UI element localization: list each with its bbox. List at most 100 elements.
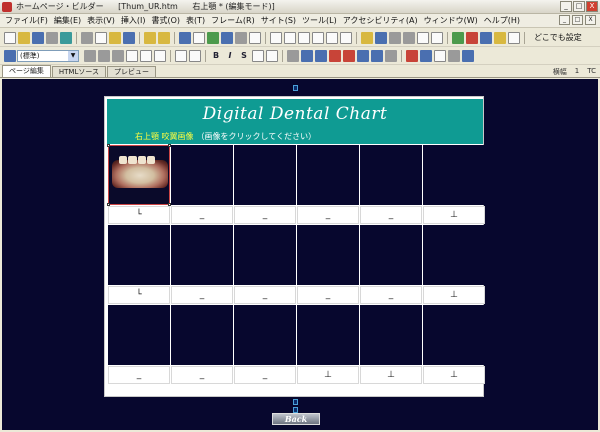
doc-restore-button[interactable]: □ <box>572 15 583 25</box>
form-icon[interactable] <box>326 31 338 44</box>
font-size-down-icon[interactable] <box>266 49 278 62</box>
indent-icon[interactable] <box>126 49 138 62</box>
xray-image-cell[interactable] <box>423 145 485 205</box>
new-file-icon[interactable] <box>4 31 16 44</box>
align-right-icon[interactable] <box>112 49 124 62</box>
border-icon[interactable] <box>420 49 432 62</box>
xray-image-cell[interactable] <box>360 145 422 205</box>
grid-icon[interactable] <box>403 31 415 44</box>
menu-accessibility[interactable]: アクセシビリティ(A) <box>340 15 421 26</box>
check-icon[interactable] <box>508 31 520 44</box>
font-combo[interactable]: (標準) ▼ <box>17 49 79 62</box>
image-icon[interactable] <box>207 31 219 44</box>
menu-format[interactable]: 書式(O) <box>148 15 183 26</box>
page-table[interactable]: Digital Dental Chart 右上顎 咬翼画像 （画像をクリックしてく… <box>104 96 485 397</box>
back-button[interactable]: Back <box>272 413 320 425</box>
palette-icon[interactable] <box>452 31 464 44</box>
cell-align-icon[interactable] <box>434 49 446 62</box>
frame-split-icon[interactable] <box>284 31 296 44</box>
font-size-up-icon[interactable] <box>252 49 264 62</box>
redo-icon[interactable] <box>158 31 170 44</box>
preview-icon[interactable] <box>60 31 72 44</box>
cell-valign-icon[interactable] <box>448 49 460 62</box>
table-insert-icon[interactable] <box>287 49 299 62</box>
menu-table[interactable]: 表(T) <box>183 15 208 26</box>
line-icon[interactable] <box>389 31 401 44</box>
undo-icon[interactable] <box>144 31 156 44</box>
cell-prop-icon[interactable] <box>385 49 397 62</box>
menu-edit[interactable]: 編集(E) <box>51 15 84 26</box>
align-center-icon[interactable] <box>98 49 110 62</box>
save-icon[interactable] <box>32 31 44 44</box>
tab-html-source[interactable]: HTMLソース <box>51 66 107 77</box>
editor-canvas[interactable]: Digital Dental Chart 右上顎 咬翼画像 （画像をクリックしてく… <box>2 79 598 430</box>
xray-image-cell[interactable] <box>234 145 296 205</box>
frame-icon[interactable] <box>270 31 282 44</box>
pen-icon[interactable] <box>361 31 373 44</box>
number-list-icon[interactable] <box>189 49 201 62</box>
menu-window[interactable]: ウィンドウ(W) <box>421 15 481 26</box>
chevron-down-icon[interactable]: ▼ <box>68 50 78 61</box>
box-icon[interactable] <box>417 31 429 44</box>
web-icon[interactable] <box>480 31 492 44</box>
textbox-icon[interactable] <box>340 31 352 44</box>
xray-image-cell[interactable] <box>297 305 359 365</box>
menu-insert[interactable]: 挿入(I) <box>118 15 149 26</box>
row-insert-icon[interactable] <box>301 49 313 62</box>
cut-icon[interactable] <box>81 31 93 44</box>
italic-button[interactable]: I <box>224 50 236 62</box>
menu-help[interactable]: ヘルプ(H) <box>481 15 523 26</box>
layout-marker-bottom-1[interactable] <box>293 399 298 405</box>
close-button[interactable]: X <box>586 1 598 12</box>
align-icon[interactable] <box>375 31 387 44</box>
xray-image-cell[interactable] <box>108 305 170 365</box>
xray-image-cell[interactable] <box>360 305 422 365</box>
xray-image-cell[interactable] <box>423 305 485 365</box>
layout-marker-top[interactable] <box>293 85 298 91</box>
teeth-photo[interactable] <box>112 160 168 188</box>
menu-file[interactable]: ファイル(F) <box>2 15 51 26</box>
tab-page-edit[interactable]: ページ編集 <box>2 65 51 77</box>
menu-tools[interactable]: ツール(L) <box>299 15 340 26</box>
align-left-icon[interactable] <box>84 49 96 62</box>
xray-image-cell[interactable] <box>171 305 233 365</box>
resize-handle[interactable] <box>107 203 110 206</box>
maximize-button[interactable]: □ <box>573 1 585 12</box>
style-icon[interactable] <box>4 49 16 62</box>
strike-button[interactable]: S <box>238 50 250 62</box>
outdent-icon[interactable] <box>140 49 152 62</box>
fill-icon[interactable] <box>431 31 443 44</box>
print-icon[interactable] <box>46 31 58 44</box>
layer-icon[interactable] <box>249 31 261 44</box>
hr-icon[interactable] <box>235 31 247 44</box>
paste-icon[interactable] <box>109 31 121 44</box>
menu-view[interactable]: 表示(V) <box>84 15 118 26</box>
open-folder-icon[interactable] <box>18 31 30 44</box>
copy-icon[interactable] <box>95 31 107 44</box>
doc-minimize-button[interactable]: _ <box>559 15 570 25</box>
xray-image-cell[interactable] <box>234 305 296 365</box>
list-icon[interactable] <box>154 49 166 62</box>
link-icon[interactable] <box>179 31 191 44</box>
star-icon[interactable] <box>494 31 506 44</box>
merge-cell-icon[interactable] <box>357 49 369 62</box>
tab-preview[interactable]: プレビュー <box>107 66 157 77</box>
anywhere-setting-button[interactable]: どこでも設定 <box>534 32 582 43</box>
menu-frame[interactable]: フレーム(R) <box>208 15 258 26</box>
xray-image-cell[interactable] <box>423 225 485 285</box>
col-delete-icon[interactable] <box>343 49 355 62</box>
minimize-button[interactable]: _ <box>560 1 572 12</box>
color-icon[interactable] <box>466 31 478 44</box>
xray-image-cell[interactable] <box>107 144 171 206</box>
table-prop-icon[interactable] <box>462 49 474 62</box>
menu-site[interactable]: サイト(S) <box>258 15 299 26</box>
frame-col-icon[interactable] <box>312 31 324 44</box>
table-icon[interactable] <box>221 31 233 44</box>
resize-handle[interactable] <box>107 144 110 147</box>
xray-image-cell[interactable] <box>171 225 233 285</box>
doc-close-button[interactable]: X <box>585 15 596 25</box>
xray-image-cell[interactable] <box>171 145 233 205</box>
bold-button[interactable]: B <box>210 50 222 62</box>
xray-image-cell[interactable] <box>297 225 359 285</box>
cell-color-icon[interactable] <box>406 49 418 62</box>
